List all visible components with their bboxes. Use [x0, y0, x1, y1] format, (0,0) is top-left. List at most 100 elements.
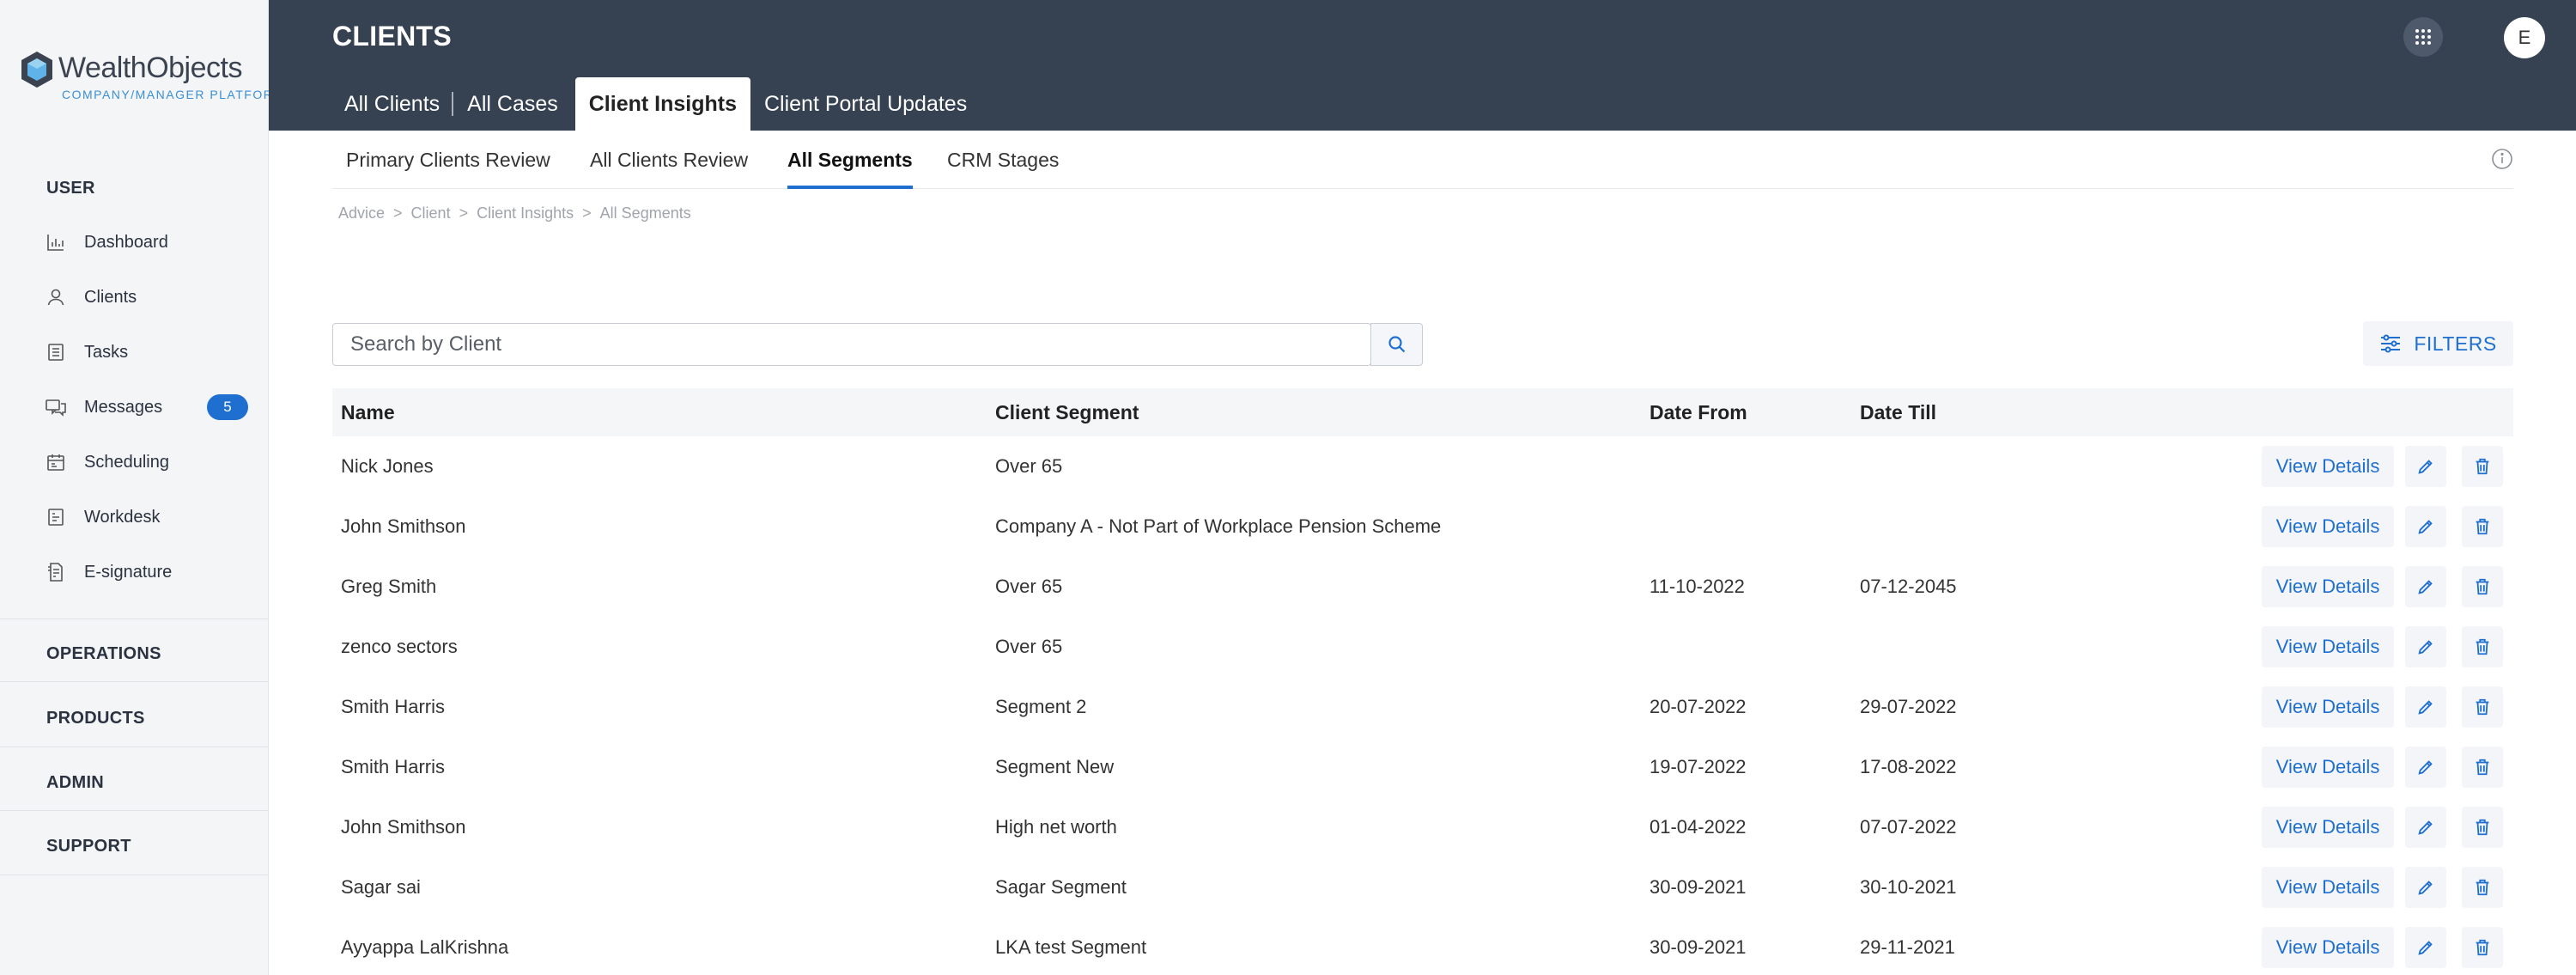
view-details-button[interactable]: View Details: [2262, 867, 2394, 908]
table-row: John Smithson High net worth 01-04-2022 07-…: [332, 797, 2513, 857]
pencil-icon: [2416, 517, 2435, 536]
edit-button[interactable]: [2405, 506, 2446, 547]
view-details-button[interactable]: View Details: [2262, 566, 2394, 607]
view-details-button[interactable]: View Details: [2262, 746, 2394, 788]
view-details-button[interactable]: View Details: [2262, 927, 2394, 968]
edit-button[interactable]: [2405, 686, 2446, 728]
tab-all-cases[interactable]: All Cases: [453, 77, 575, 131]
table-body: Nick Jones Over 65 View Details John Smiths…: [332, 436, 2513, 975]
edit-button[interactable]: [2405, 746, 2446, 788]
info-icon[interactable]: [2491, 148, 2513, 170]
sidebar-item-label: Scheduling: [84, 452, 169, 472]
subtab-primary-clients-review[interactable]: Primary Clients Review: [346, 131, 550, 189]
breadcrumb-item[interactable]: Client Insights: [477, 204, 574, 222]
sub-tabs: Primary Clients Review All Clients Revie…: [332, 131, 2513, 189]
column-header-date-from[interactable]: Date From: [1649, 388, 1747, 436]
filters-button[interactable]: FILTERS: [2363, 321, 2513, 366]
search-button[interactable]: [1370, 323, 1423, 366]
view-details-button[interactable]: View Details: [2262, 446, 2394, 487]
view-details-button[interactable]: View Details: [2262, 626, 2394, 667]
tab-all-clients[interactable]: All Clients: [332, 92, 454, 116]
cell-client-segment: Over 65: [995, 455, 1063, 477]
tab-client-insights[interactable]: Client Insights: [574, 77, 750, 131]
pencil-icon: [2416, 878, 2435, 897]
edit-button[interactable]: [2405, 566, 2446, 607]
delete-button[interactable]: [2462, 807, 2503, 848]
cell-date-till: 07-12-2045: [1860, 576, 1957, 597]
trash-icon: [2473, 457, 2492, 476]
section-user[interactable]: USER: [46, 179, 95, 198]
delete-button[interactable]: [2462, 506, 2503, 547]
cell-date-from: 19-07-2022: [1649, 756, 1747, 777]
sidebar-item-scheduling[interactable]: Scheduling: [43, 445, 253, 479]
tab-client-portal-updates[interactable]: Client Portal Updates: [750, 77, 981, 131]
user-avatar[interactable]: E: [2504, 17, 2545, 58]
cell-client-segment: LKA test Segment: [995, 936, 1147, 958]
cell-name: Greg Smith: [341, 576, 437, 597]
view-details-button[interactable]: View Details: [2262, 686, 2394, 728]
section-admin[interactable]: ADMIN: [46, 773, 104, 793]
pencil-icon: [2416, 457, 2435, 476]
apps-grid-button[interactable]: [2403, 17, 2443, 57]
edit-button[interactable]: [2405, 626, 2446, 667]
edit-button[interactable]: [2405, 867, 2446, 908]
page-title: CLIENTS: [332, 21, 452, 52]
cell-client-segment: Over 65: [995, 576, 1063, 597]
cell-name: John Smithson: [341, 515, 466, 537]
sidebar-item-label: Dashboard: [84, 232, 168, 252]
section-support[interactable]: SUPPORT: [46, 837, 131, 856]
sidebar-item-clients[interactable]: Clients: [43, 280, 253, 314]
view-details-button[interactable]: View Details: [2262, 506, 2394, 547]
sidebar-item-messages[interactable]: Messages 5: [43, 390, 253, 424]
delete-button[interactable]: [2462, 626, 2503, 667]
subtab-crm-stages[interactable]: CRM Stages: [947, 131, 1059, 189]
brand-logo[interactable]: WealthObjects COMPANY/MANAGER PLATFORM: [19, 50, 283, 107]
table-row: Nick Jones Over 65 View Details: [332, 436, 2513, 497]
column-header-date-till[interactable]: Date Till: [1860, 388, 1936, 436]
view-details-button[interactable]: View Details: [2262, 807, 2394, 848]
column-header-client-segment[interactable]: Client Segment: [995, 388, 1139, 436]
tasks-icon: [43, 339, 69, 365]
sidebar-item-tasks[interactable]: Tasks: [43, 335, 253, 369]
sidebar-item-label: Workdesk: [84, 507, 161, 527]
table-row: John Smithson Company A - Not Part of Wor…: [332, 497, 2513, 557]
edit-button[interactable]: [2405, 927, 2446, 968]
sidebar-item-esignature[interactable]: E-signature: [43, 555, 253, 589]
cell-date-from: 30-09-2021: [1649, 876, 1747, 898]
cell-client-segment: Sagar Segment: [995, 876, 1127, 898]
search-input[interactable]: [333, 324, 1370, 365]
cell-date-from: 11-10-2022: [1649, 576, 1745, 597]
bar-chart-icon: [43, 229, 69, 255]
brand-subtitle: COMPANY/MANAGER PLATFORM: [62, 88, 285, 101]
sidebar-item-workdesk[interactable]: Workdesk: [43, 500, 253, 534]
breadcrumb-item[interactable]: Advice: [338, 204, 385, 222]
section-products[interactable]: PRODUCTS: [46, 709, 145, 728]
delete-button[interactable]: [2462, 686, 2503, 728]
breadcrumb-item[interactable]: Client: [411, 204, 451, 222]
cell-date-from: 01-04-2022: [1649, 816, 1747, 838]
delete-button[interactable]: [2462, 566, 2503, 607]
pencil-icon: [2416, 698, 2435, 716]
table-row: zenco sectors Over 65 View Details: [332, 617, 2513, 677]
column-header-name[interactable]: Name: [341, 388, 395, 436]
subtab-all-segments[interactable]: All Segments: [787, 131, 913, 189]
hexagon-logo-icon: [21, 52, 52, 88]
delete-button[interactable]: [2462, 746, 2503, 788]
user-icon: [43, 284, 69, 310]
breadcrumb-separator: >: [393, 204, 403, 222]
delete-button[interactable]: [2462, 446, 2503, 487]
subtab-all-clients-review[interactable]: All Clients Review: [590, 131, 748, 189]
breadcrumb-item-current: All Segments: [599, 204, 691, 222]
sidebar-item-dashboard[interactable]: Dashboard: [43, 225, 253, 259]
delete-button[interactable]: [2462, 867, 2503, 908]
trash-icon: [2473, 698, 2492, 716]
cell-client-segment: Over 65: [995, 636, 1063, 657]
edit-button[interactable]: [2405, 807, 2446, 848]
edit-button[interactable]: [2405, 446, 2446, 487]
delete-button[interactable]: [2462, 927, 2503, 968]
messages-icon: [43, 394, 69, 420]
sidebar-item-label: E-signature: [84, 562, 173, 582]
sidebar-item-label: Messages: [84, 397, 163, 417]
sidebar-item-label: Clients: [84, 287, 137, 307]
section-operations[interactable]: OPERATIONS: [46, 644, 161, 664]
